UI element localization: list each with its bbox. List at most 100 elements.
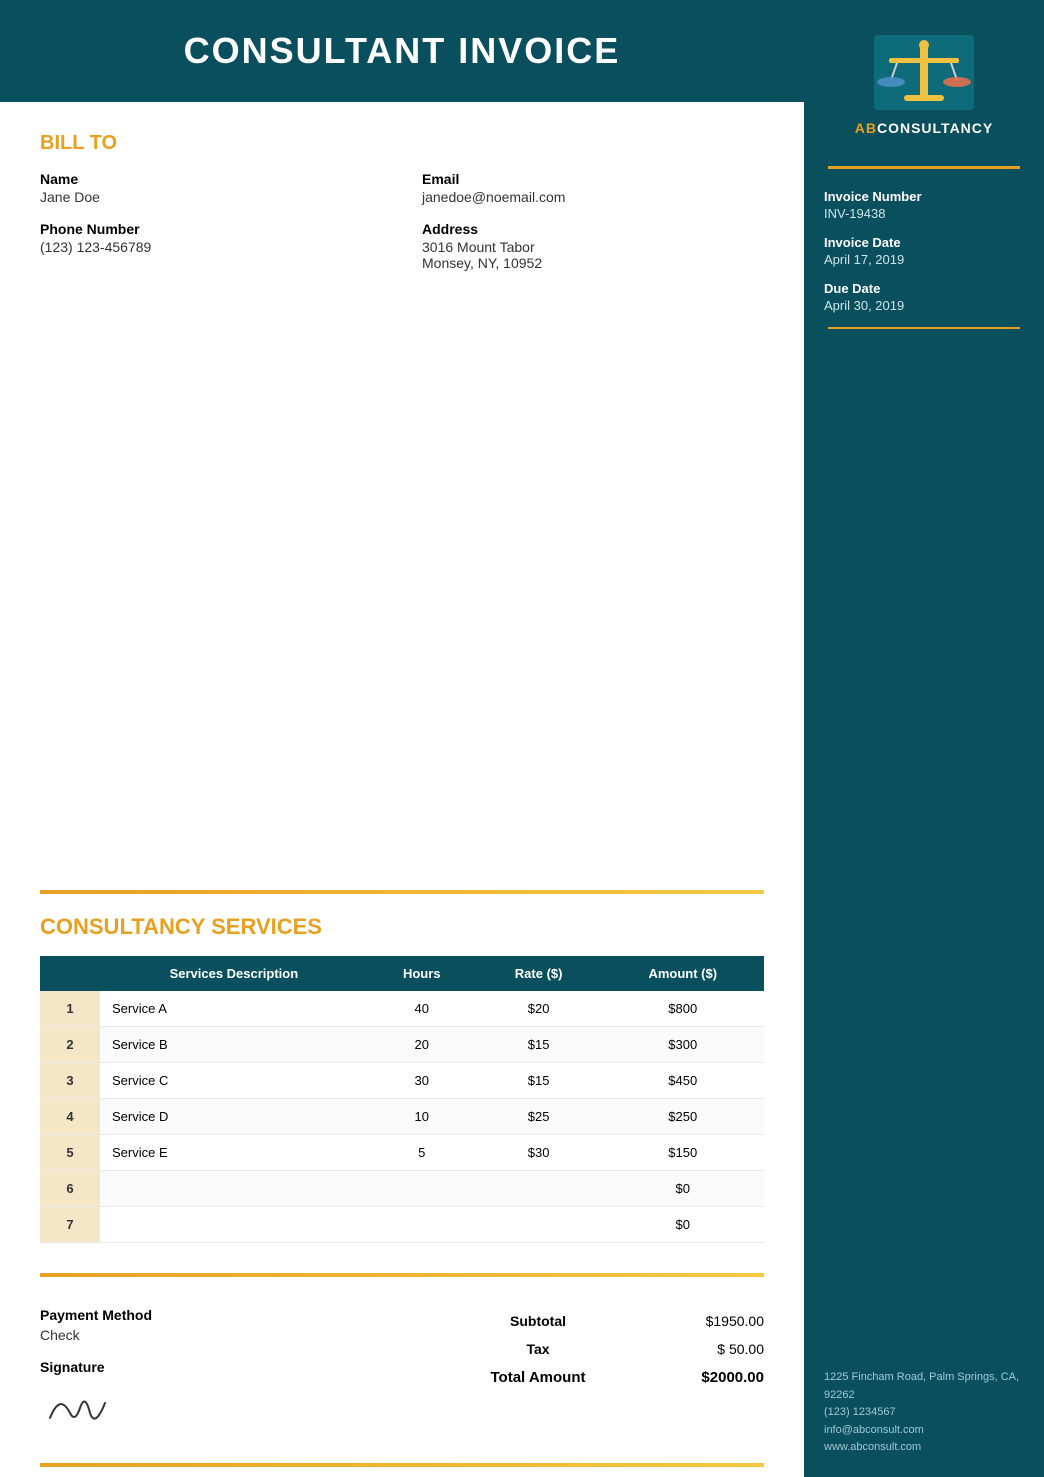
row-num: 7 (40, 1207, 100, 1243)
signature-svg (40, 1383, 120, 1433)
invoice-header: CONSULTANT INVOICE (0, 0, 804, 102)
footer-email: info@abconsult.com (824, 1422, 1024, 1440)
row-hours: 30 (368, 1063, 476, 1099)
logo-rest: CONSULTANCY (877, 120, 993, 136)
row-num: 6 (40, 1171, 100, 1207)
name-label: Name (40, 171, 382, 187)
total-row: Total Amount $2000.00 (412, 1363, 764, 1392)
table-row: 1 Service A 40 $20 $800 (40, 991, 764, 1027)
phone-field: Phone Number (123) 123-456789 (40, 221, 382, 271)
divider-2 (40, 1273, 764, 1277)
address-field: Address 3016 Mount Tabor Monsey, NY, 109… (422, 221, 764, 271)
payment-method-label: Payment Method (40, 1307, 392, 1323)
invoice-date-value: April 17, 2019 (824, 252, 1024, 267)
row-amount: $250 (602, 1099, 764, 1135)
signature-value (40, 1383, 392, 1433)
row-num: 2 (40, 1027, 100, 1063)
sidebar: ABCONSULTANCY Invoice Number INV-19438 I… (804, 0, 1044, 1477)
table-header-row: Services Description Hours Rate ($) Amou… (40, 956, 764, 991)
payment-section: Payment Method Check Signature Subtotal … (0, 1287, 804, 1453)
table-row: 3 Service C 30 $15 $450 (40, 1063, 764, 1099)
row-rate: $25 (476, 1099, 602, 1135)
footer-address: 1225 Fincham Road, Palm Springs, CA, 922… (824, 1369, 1024, 1404)
table-row: 4 Service D 10 $25 $250 (40, 1099, 764, 1135)
payment-left: Payment Method Check Signature (40, 1307, 392, 1433)
services-title: CONSULTANCY SERVICES (40, 914, 764, 940)
col-description: Services Description (100, 956, 368, 991)
sidebar-divider-1 (828, 166, 1020, 169)
row-num: 5 (40, 1135, 100, 1171)
total-label: Total Amount (412, 1369, 664, 1386)
payment-right: Subtotal $1950.00 Tax $ 50.00 Total Amou… (412, 1307, 764, 1392)
row-num: 3 (40, 1063, 100, 1099)
address-line1: 3016 Mount Tabor (422, 239, 764, 255)
row-hours: 40 (368, 991, 476, 1027)
tax-label: Tax (412, 1341, 664, 1357)
row-amount: $800 (602, 991, 764, 1027)
row-rate (476, 1207, 602, 1243)
row-description: Service A (100, 991, 368, 1027)
address-line2: Monsey, NY, 10952 (422, 255, 764, 271)
phone-value: (123) 123-456789 (40, 239, 382, 255)
row-hours: 5 (368, 1135, 476, 1171)
row-amount: $0 (602, 1207, 764, 1243)
logo-text: ABCONSULTANCY (855, 120, 994, 136)
row-amount: $0 (602, 1171, 764, 1207)
row-description: Service B (100, 1027, 368, 1063)
row-num: 4 (40, 1099, 100, 1135)
row-description: Service E (100, 1135, 368, 1171)
subtotal-value: $1950.00 (664, 1313, 764, 1329)
invoice-date-label: Invoice Date (824, 235, 1024, 250)
logo-icon (869, 30, 979, 120)
phone-label: Phone Number (40, 221, 382, 237)
subtotal-row: Subtotal $1950.00 (412, 1307, 764, 1335)
due-date-value: April 30, 2019 (824, 298, 1024, 313)
row-hours (368, 1207, 476, 1243)
row-hours: 20 (368, 1027, 476, 1063)
subtotal-label: Subtotal (412, 1313, 664, 1329)
row-rate (476, 1171, 602, 1207)
tax-value: $ 50.00 (664, 1341, 764, 1357)
row-description: Service C (100, 1063, 368, 1099)
table-row: 2 Service B 20 $15 $300 (40, 1027, 764, 1063)
name-field: Name Jane Doe (40, 171, 382, 205)
due-date-label: Due Date (824, 281, 1024, 296)
row-description: Service D (100, 1099, 368, 1135)
services-table: Services Description Hours Rate ($) Amou… (40, 956, 764, 1243)
invoice-title: CONSULTANT INVOICE (20, 30, 784, 72)
invoice-number-value: INV-19438 (824, 206, 1024, 221)
footer-phone: (123) 1234567 (824, 1404, 1024, 1422)
logo-ab: AB (855, 120, 877, 136)
col-num (40, 956, 100, 991)
logo-area: ABCONSULTANCY (835, 0, 1014, 156)
footer-website: www.abconsult.com (824, 1439, 1024, 1457)
row-rate: $20 (476, 991, 602, 1027)
row-hours: 10 (368, 1099, 476, 1135)
email-field: Email janedoe@noemail.com (422, 171, 764, 205)
row-description (100, 1171, 368, 1207)
col-hours: Hours (368, 956, 476, 991)
row-amount: $300 (602, 1027, 764, 1063)
table-row: 5 Service E 5 $30 $150 (40, 1135, 764, 1171)
bill-to-title: BILL TO (40, 132, 764, 155)
row-hours (368, 1171, 476, 1207)
row-amount: $150 (602, 1135, 764, 1171)
bill-to-section: BILL TO Name Jane Doe Email janedoe@noem… (0, 102, 804, 890)
services-section: CONSULTANCY SERVICES Services Descriptio… (0, 894, 804, 1263)
email-label: Email (422, 171, 764, 187)
name-value: Jane Doe (40, 189, 382, 205)
main-content: CONSULTANT INVOICE BILL TO Name Jane Doe… (0, 0, 804, 1477)
divider-3 (40, 1463, 764, 1467)
sidebar-footer: 1225 Fincham Road, Palm Springs, CA, 922… (804, 1349, 1044, 1477)
table-row: 7 $0 (40, 1207, 764, 1243)
table-row: 6 $0 (40, 1171, 764, 1207)
col-rate: Rate ($) (476, 956, 602, 991)
row-amount: $450 (602, 1063, 764, 1099)
bill-to-grid: Name Jane Doe Email janedoe@noemail.com … (40, 171, 764, 271)
payment-method-value: Check (40, 1327, 392, 1343)
signature-label: Signature (40, 1359, 392, 1375)
invoice-info: Invoice Number INV-19438 Invoice Date Ap… (804, 189, 1044, 327)
row-rate: $30 (476, 1135, 602, 1171)
address-label: Address (422, 221, 764, 237)
email-value: janedoe@noemail.com (422, 189, 764, 205)
